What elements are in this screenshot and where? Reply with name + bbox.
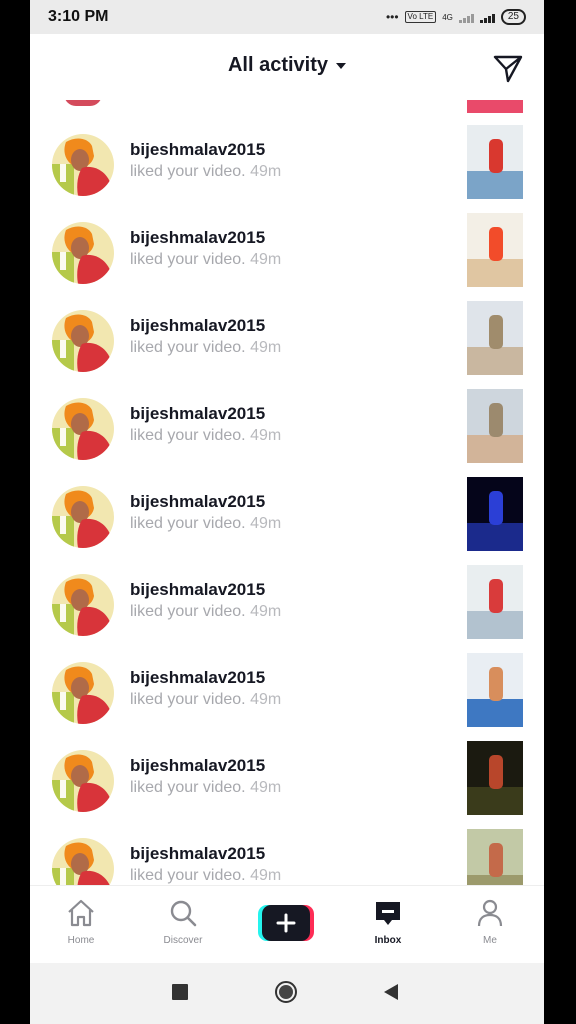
activity-filter-dropdown[interactable]: All activity [30, 54, 544, 77]
activity-text: liked your video. [130, 427, 246, 444]
activity-message: liked your video. 49m [130, 691, 281, 709]
username[interactable]: bijeshmalav2015 [130, 756, 265, 776]
more-dots-icon: ••• [385, 10, 399, 24]
activity-message: liked your video. 49m [130, 163, 281, 181]
activity-message: liked your video. 49m [130, 867, 281, 885]
activity-time: 49m [250, 163, 282, 180]
username[interactable]: bijeshmalav2015 [130, 140, 265, 160]
username[interactable]: bijeshmalav2015 [130, 228, 265, 248]
username[interactable]: bijeshmalav2015 [130, 492, 265, 512]
activity-message: liked your video. 49m [130, 339, 281, 357]
video-thumbnail[interactable] [467, 829, 523, 885]
status-time: 3:10 PM [48, 8, 109, 25]
video-thumbnail[interactable] [467, 741, 523, 815]
activity-row[interactable]: bijeshmalav2015 liked your video. 49m [30, 565, 544, 653]
video-thumbnail[interactable] [467, 301, 523, 375]
activity-time: 49m [250, 867, 282, 884]
user-avatar[interactable] [52, 398, 114, 460]
video-thumbnail[interactable] [467, 565, 523, 639]
nav-me[interactable]: Me [450, 898, 530, 946]
inbox-icon [376, 902, 400, 925]
nav-home[interactable]: Home [41, 898, 121, 946]
network-type-label: 4G [442, 12, 453, 22]
nav-inbox-label: Inbox [374, 935, 402, 946]
video-thumbnail[interactable] [467, 477, 523, 551]
search-icon [170, 900, 197, 927]
nav-me-label: Me [483, 935, 497, 946]
video-thumbnail[interactable] [467, 213, 523, 287]
signal-icon-sim2 [479, 11, 495, 23]
direct-message-icon[interactable] [492, 52, 524, 84]
battery-icon: 25 [500, 9, 526, 25]
activity-row[interactable]: bijeshmalav2015 liked your video. 49m [30, 389, 544, 477]
activity-time: 49m [250, 603, 282, 620]
activity-text: liked your video. [130, 779, 246, 796]
activity-text: liked your video. [130, 867, 246, 884]
activity-row[interactable]: bijeshmalav2015 liked your video. 49m [30, 213, 544, 301]
inbox-header: All activity [30, 34, 544, 100]
activity-row[interactable]: bijeshmalav2015 liked your video. 49m [30, 829, 544, 885]
activity-time: 49m [250, 515, 282, 532]
activity-list: bijeshmalav2015 liked your video. 49m bije… [30, 100, 544, 885]
activity-time: 49m [250, 339, 282, 356]
activity-row[interactable]: bijeshmalav2015 liked your video. 49m [30, 741, 544, 829]
user-avatar[interactable] [52, 574, 114, 636]
back-icon[interactable] [382, 983, 400, 1001]
activity-row[interactable]: bijeshmalav2015 liked your video. 49m [30, 301, 544, 389]
user-avatar[interactable] [52, 310, 114, 372]
dropdown-caret-icon [336, 62, 347, 69]
activity-row[interactable]: bijeshmalav2015 liked your video. 49m [30, 125, 544, 213]
activity-text: liked your video. [130, 691, 246, 708]
video-thumbnail-partial[interactable] [467, 100, 523, 113]
username[interactable]: bijeshmalav2015 [130, 580, 265, 600]
activity-text: liked your video. [130, 163, 246, 180]
video-thumbnail[interactable] [467, 389, 523, 463]
activity-time: 49m [250, 779, 282, 796]
activity-row[interactable]: bijeshmalav2015 liked your video. 49m [30, 653, 544, 741]
recent-apps-icon[interactable] [171, 983, 189, 1001]
activity-message: liked your video. 49m [130, 427, 281, 445]
username[interactable]: bijeshmalav2015 [130, 844, 265, 864]
activity-row[interactable]: bijeshmalav2015 liked your video. 49m [30, 477, 544, 565]
nav-home-label: Home [67, 935, 95, 946]
username[interactable]: bijeshmalav2015 [130, 404, 265, 424]
user-avatar[interactable] [52, 222, 114, 284]
activity-message: liked your video. 49m [130, 515, 281, 533]
avatar-partial [64, 100, 102, 106]
user-avatar[interactable] [52, 838, 114, 885]
activity-time: 49m [250, 427, 282, 444]
volte-icon: Vo LTE [404, 11, 437, 23]
status-bar: 3:10 PM ••• Vo LTE 4G 25 [30, 0, 544, 34]
status-icons: ••• Vo LTE 4G 25 [386, 9, 526, 25]
video-thumbnail[interactable] [467, 125, 523, 199]
activity-text: liked your video. [130, 515, 246, 532]
profile-icon [477, 899, 503, 927]
activity-text: liked your video. [130, 339, 246, 356]
home-icon [68, 899, 94, 927]
nav-discover-label: Discover [163, 935, 203, 946]
username[interactable]: bijeshmalav2015 [130, 668, 265, 688]
activity-message: liked your video. 49m [130, 603, 281, 621]
user-avatar[interactable] [52, 134, 114, 196]
user-avatar[interactable] [52, 486, 114, 548]
username[interactable]: bijeshmalav2015 [130, 316, 265, 336]
nav-discover[interactable]: Discover [143, 898, 223, 946]
activity-message: liked your video. 49m [130, 251, 281, 269]
home-button-icon[interactable] [274, 980, 298, 1004]
system-nav-bar [30, 963, 544, 1024]
phone-screen: 3:10 PM ••• Vo LTE 4G 25 All activity bi… [30, 0, 544, 1024]
bottom-nav: Home Discover Inbox Me [30, 885, 544, 964]
activity-text: liked your video. [130, 251, 246, 268]
user-avatar[interactable] [52, 750, 114, 812]
video-thumbnail[interactable] [467, 653, 523, 727]
activity-time: 49m [250, 251, 282, 268]
activity-message: liked your video. 49m [130, 779, 281, 797]
activity-time: 49m [250, 691, 282, 708]
activity-text: liked your video. [130, 603, 246, 620]
create-video-button[interactable] [258, 905, 314, 941]
signal-icon-sim1 [458, 11, 474, 23]
nav-inbox[interactable]: Inbox [348, 898, 428, 946]
page-title: All activity [227, 54, 329, 76]
user-avatar[interactable] [52, 662, 114, 724]
